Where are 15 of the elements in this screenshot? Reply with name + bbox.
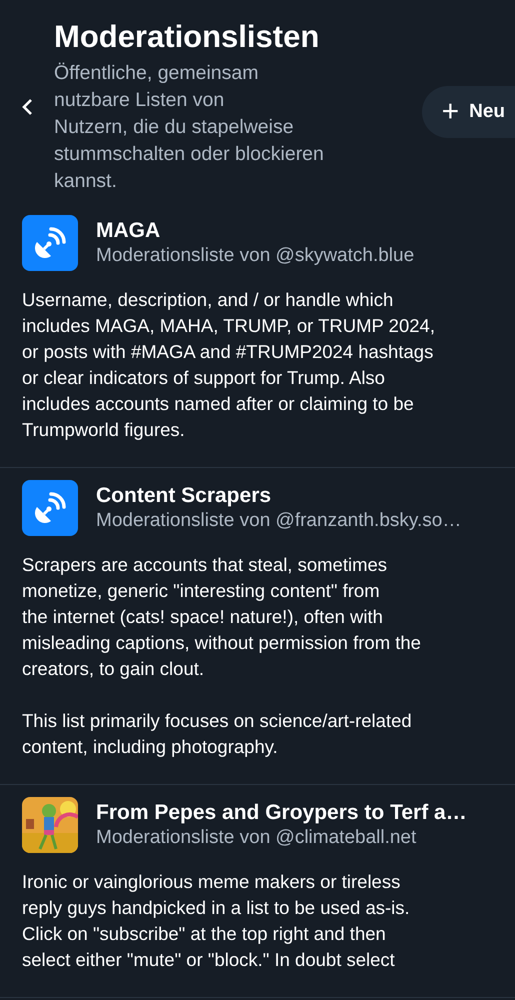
list-name: From Pepes and Groypers to Terf a… xyxy=(96,801,467,825)
list-name: MAGA xyxy=(96,219,162,243)
list-description: Username, description, and / or handle which includes MAGA, MAHA, TRUMP, or TRUMP 2024, or posts with #MAGA and #TRUMP2024 hashtags or clear indicators of support for Trump. Also includes accounts named after or claiming to be Trumpworld figures. xyxy=(22,288,436,442)
list-name: Content Scrapers xyxy=(96,484,272,508)
satellite-dish-icon xyxy=(33,491,67,525)
list-byline: Moderationsliste von @climateball.net xyxy=(96,827,418,849)
page-subtitle: Öffentliche, gemeinsam nutzbare Listen von Nutzern, die du stapelweise stummschalten oder blockieren kannst. xyxy=(54,61,325,194)
list-byline: Moderationsliste von @franzanth.bsky.so… xyxy=(96,510,462,532)
page-title: Moderationslisten xyxy=(54,18,320,56)
new-list-button[interactable]: + Neu xyxy=(422,86,515,138)
satellite-dish-icon xyxy=(33,226,67,260)
list-description: Scrapers are accounts that steal, sometimes monetize, generic "interesting content" from the internet (cats! space! nature!), often with misleading captions, without permission from the creators, to gain clout. xyxy=(22,553,422,681)
list-description: This list primarily focuses on science/art-related content, including photography. xyxy=(22,709,413,759)
list-description: Ironic or vainglorious meme makers or tireless reply guys handpicked in a list to be used as-is. Click on "subscribe" at the top right and then select either "mute" or "block." In doubt select xyxy=(22,870,411,972)
list-byline: Moderationsliste von @skywatch.blue xyxy=(96,245,414,267)
